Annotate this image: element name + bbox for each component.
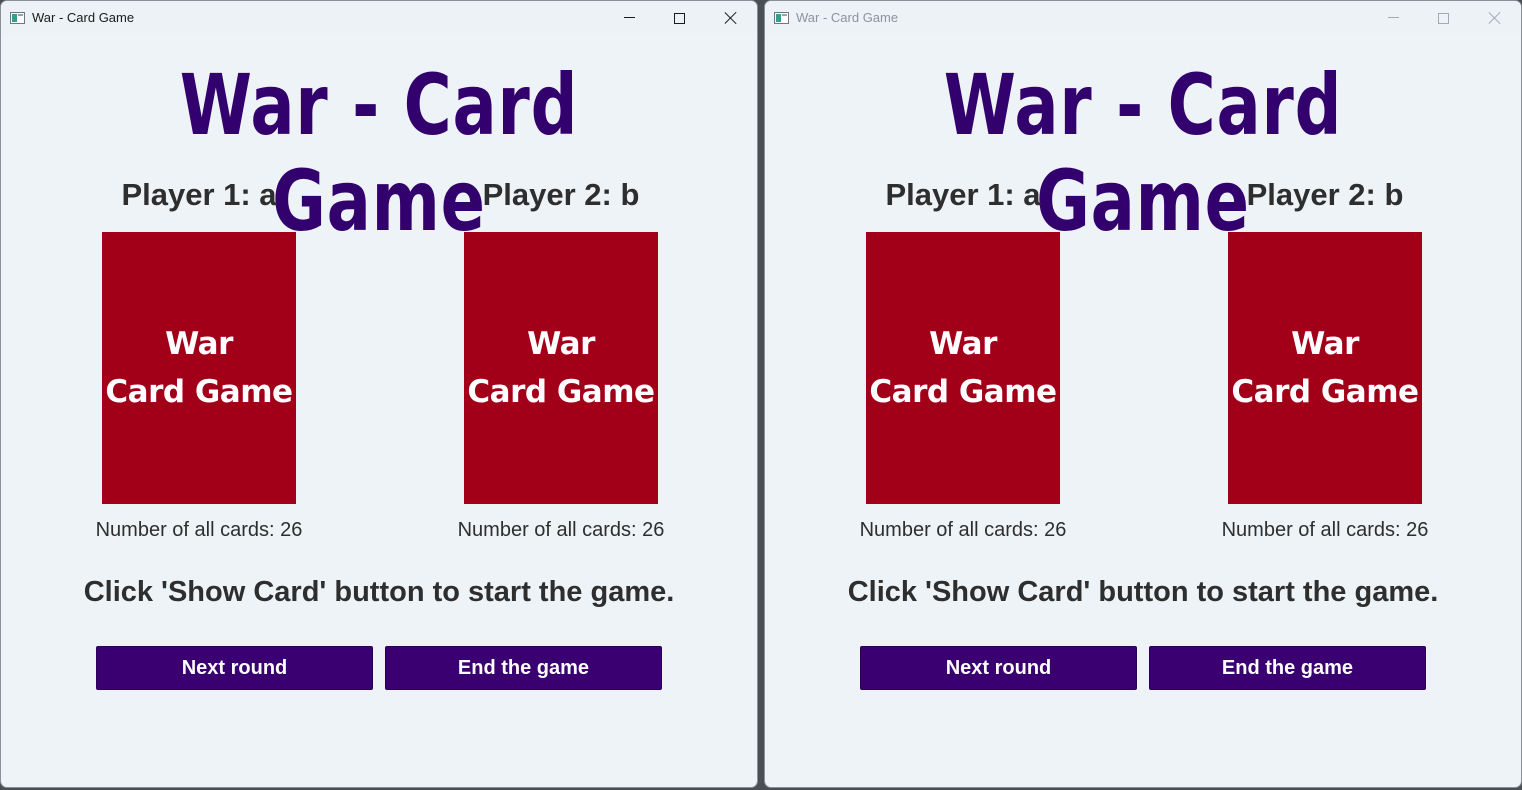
window-title: War - Card Game [32, 10, 135, 25]
minimize-icon [1387, 17, 1399, 18]
player2-name: Player 2: b [1246, 177, 1404, 212]
close-icon [724, 11, 738, 25]
end-game-button[interactable]: End the game [1149, 646, 1426, 690]
card-label-line2: Card Game [467, 374, 655, 410]
minimize-icon [623, 17, 635, 18]
player1-name: Player 1: a [885, 177, 1041, 212]
card-label-line2: Card Game [105, 374, 293, 410]
player1-card-count: Number of all cards: 26 [859, 519, 1067, 541]
player2-card: War Card Game [464, 232, 658, 504]
card-label-line2: Card Game [1231, 374, 1419, 410]
player1-name: Player 1: a [121, 177, 277, 212]
end-game-button[interactable]: End the game [385, 646, 662, 690]
app-icon [774, 12, 789, 24]
player2-card-count: Number of all cards: 26 [1221, 519, 1429, 541]
minimize-button[interactable] [1369, 1, 1417, 35]
game-heading: War - Card Game [179, 56, 579, 250]
card-label-line1: War [1291, 326, 1359, 362]
status-message: Click 'Show Card' button to start the ga… [847, 576, 1439, 608]
card-label-line2: Card Game [869, 374, 1057, 410]
player2-name: Player 2: b [482, 177, 640, 212]
close-button[interactable] [1471, 1, 1519, 35]
card-label-line1: War [527, 326, 595, 362]
minimize-button[interactable] [605, 1, 653, 35]
game-window-right: War - Card Game War - Card Game Player 1… [764, 0, 1522, 788]
close-icon [1488, 11, 1502, 25]
player1-card: War Card Game [866, 232, 1060, 504]
maximize-icon [673, 12, 685, 24]
player1-card-count: Number of all cards: 26 [95, 519, 303, 541]
status-message: Click 'Show Card' button to start the ga… [83, 576, 675, 608]
card-label-line1: War [929, 326, 997, 362]
maximize-icon [1437, 12, 1449, 24]
app-icon [10, 12, 25, 24]
title-bar[interactable]: War - Card Game [1, 1, 757, 35]
player2-card: War Card Game [1228, 232, 1422, 504]
close-button[interactable] [707, 1, 755, 35]
player2-card-count: Number of all cards: 26 [457, 519, 665, 541]
card-label-line1: War [165, 326, 233, 362]
next-round-button[interactable]: Next round [860, 646, 1137, 690]
window-title: War - Card Game [796, 10, 899, 25]
maximize-button[interactable] [1419, 1, 1467, 35]
player1-card: War Card Game [102, 232, 296, 504]
maximize-button[interactable] [655, 1, 703, 35]
title-bar[interactable]: War - Card Game [765, 1, 1521, 35]
game-heading: War - Card Game [943, 56, 1343, 250]
game-window-left: War - Card Game War - Card Game Player 1… [0, 0, 758, 788]
next-round-button[interactable]: Next round [96, 646, 373, 690]
